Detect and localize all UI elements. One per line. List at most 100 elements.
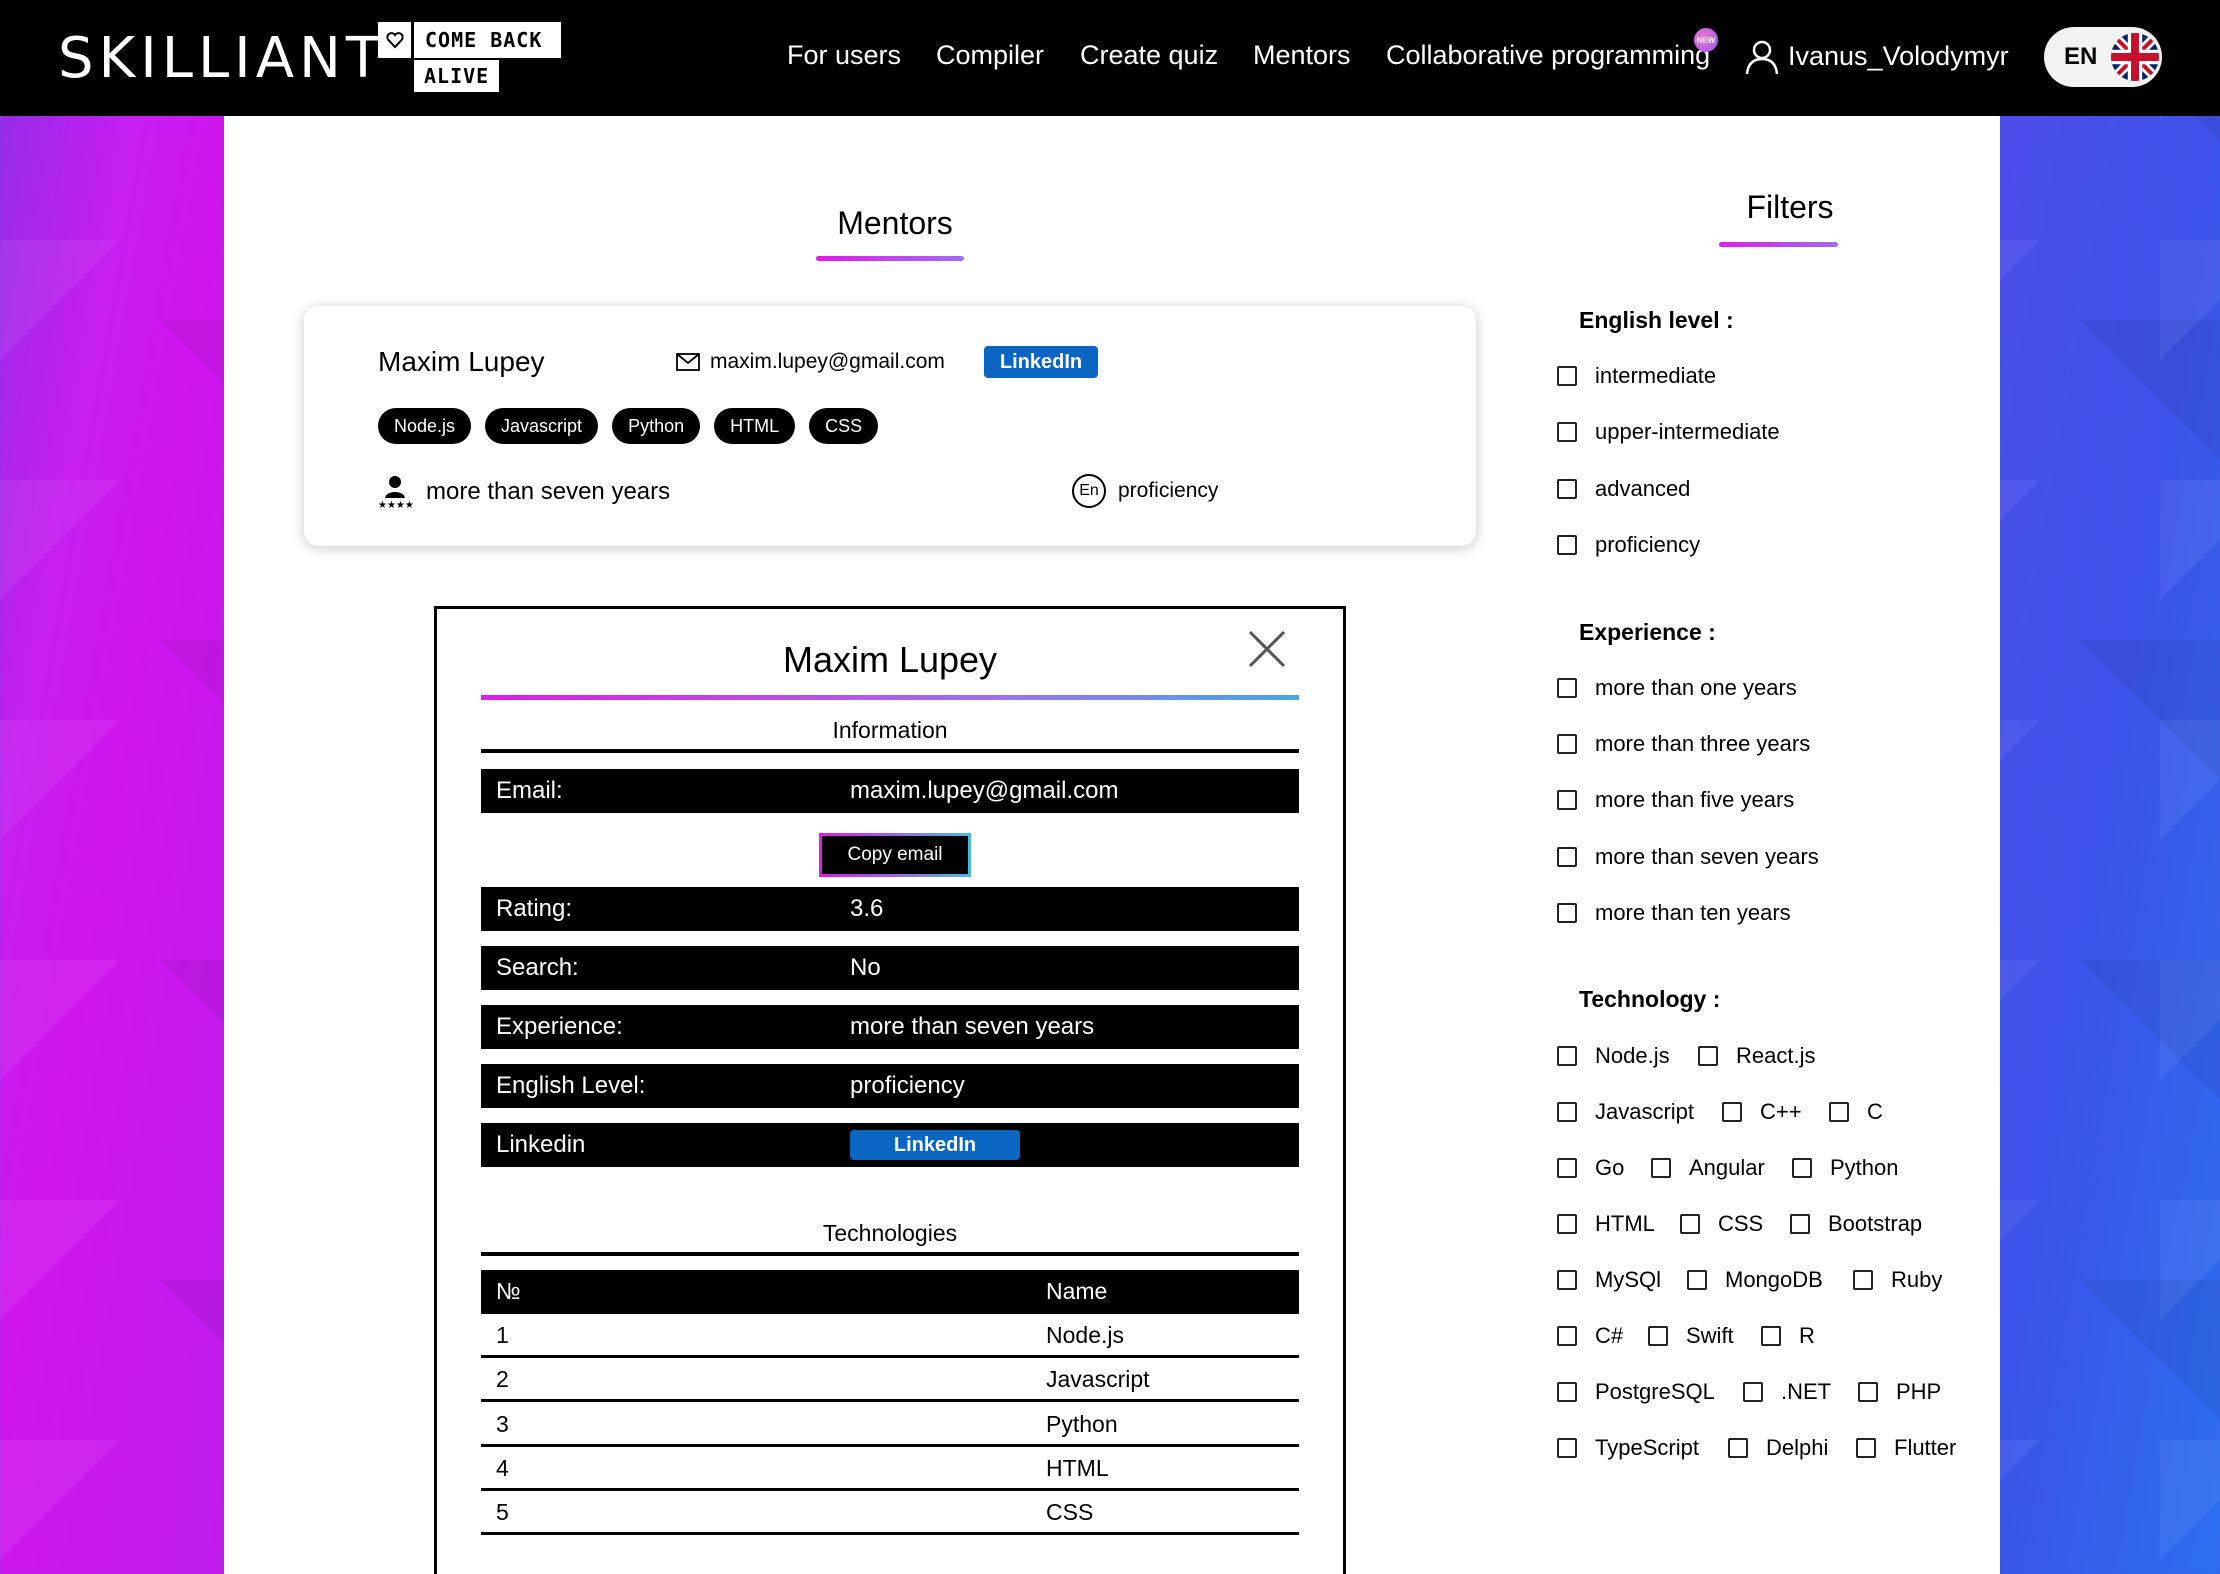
mail-icon <box>676 353 700 371</box>
checkbox[interactable] <box>1743 1382 1763 1402</box>
checkbox[interactable] <box>1557 734 1577 754</box>
filter-tech-reactjs[interactable]: React.js <box>1698 1043 1815 1069</box>
nav-mentors[interactable]: Mentors <box>1253 40 1351 71</box>
tech-tag: HTML <box>714 408 796 444</box>
checkbox[interactable] <box>1648 1326 1668 1346</box>
filter-tech-r[interactable]: R <box>1761 1323 1815 1349</box>
svg-text:★★★★: ★★★★ <box>378 500 414 510</box>
tech-col-num: № <box>496 1278 521 1304</box>
filter-english-upper-intermediate[interactable]: upper-intermediate <box>1557 419 1780 445</box>
checkbox[interactable] <box>1557 535 1577 555</box>
checkbox[interactable] <box>1687 1270 1707 1290</box>
filter-tech-ruby[interactable]: Ruby <box>1853 1267 1942 1293</box>
filter-label: more than three years <box>1595 731 1811 756</box>
search-value: No <box>850 954 881 981</box>
filter-tech-typescript[interactable]: TypeScript <box>1557 1435 1699 1461</box>
mentor-details-modal: Maxim Lupey Information Email: maxim.lup… <box>434 606 1346 1574</box>
filter-tech-dotnet[interactable]: .NET <box>1743 1379 1831 1405</box>
filter-english-advanced[interactable]: advanced <box>1557 476 1690 502</box>
user-menu[interactable]: Ivanus_Volodymyr <box>1742 36 2009 76</box>
checkbox[interactable] <box>1557 422 1577 442</box>
filter-tech-c[interactable]: C <box>1829 1099 1883 1125</box>
cba-top-text: COME BACK <box>425 28 543 52</box>
checkbox[interactable] <box>1557 366 1577 386</box>
checkbox[interactable] <box>1761 1326 1781 1346</box>
search-row: Search: No <box>481 946 1299 990</box>
filter-english-intermediate[interactable]: intermediate <box>1557 363 1716 389</box>
filter-tech-angular[interactable]: Angular <box>1651 1155 1765 1181</box>
checkbox[interactable] <box>1557 1158 1577 1178</box>
checkbox[interactable] <box>1557 1214 1577 1234</box>
checkbox[interactable] <box>1858 1382 1878 1402</box>
filter-tech-mongodb[interactable]: MongoDB <box>1687 1267 1823 1293</box>
filter-tech-postgresql[interactable]: PostgreSQL <box>1557 1379 1715 1405</box>
filter-tech-mysql[interactable]: MySQl <box>1557 1267 1661 1293</box>
filter-label: proficiency <box>1595 532 1701 557</box>
checkbox[interactable] <box>1557 847 1577 867</box>
checkbox[interactable] <box>1557 1270 1577 1290</box>
filter-experience-seven[interactable]: more than seven years <box>1557 844 1819 870</box>
checkbox[interactable] <box>1557 1102 1577 1122</box>
filter-tech-css[interactable]: CSS <box>1680 1211 1763 1237</box>
tech-name: Python <box>1046 1411 1118 1437</box>
nav-collaborative-programming[interactable]: Collaborative programming <box>1386 40 1710 71</box>
table-row: 4 HTML <box>481 1447 1299 1491</box>
filter-tech-go[interactable]: Go <box>1557 1155 1624 1181</box>
filter-tech-javascript[interactable]: Javascript <box>1557 1099 1694 1125</box>
checkbox[interactable] <box>1557 1382 1577 1402</box>
filter-experience-ten[interactable]: more than ten years <box>1557 900 1791 926</box>
modal-title: Maxim Lupey <box>782 639 998 680</box>
nav-compiler[interactable]: Compiler <box>936 40 1044 71</box>
checkbox[interactable] <box>1651 1158 1671 1178</box>
filter-label: Angular <box>1689 1155 1765 1180</box>
checkbox[interactable] <box>1557 903 1577 923</box>
filter-tech-python[interactable]: Python <box>1792 1155 1899 1181</box>
checkbox[interactable] <box>1856 1438 1876 1458</box>
filter-label: Flutter <box>1894 1435 1957 1460</box>
tech-col-name: Name <box>1046 1278 1108 1304</box>
nav-create-quiz[interactable]: Create quiz <box>1080 40 1218 71</box>
top-nav: SKILLIANT COME BACK ALIVE For users Comp… <box>0 0 2220 116</box>
experience-label: Experience: <box>496 1013 623 1040</box>
tech-num: 1 <box>496 1322 509 1348</box>
checkbox[interactable] <box>1557 678 1577 698</box>
filter-tech-html[interactable]: HTML <box>1557 1211 1655 1237</box>
filter-english-proficiency[interactable]: proficiency <box>1557 532 1700 558</box>
copy-email-button[interactable]: Copy email <box>819 833 971 877</box>
filter-tech-swift[interactable]: Swift <box>1648 1323 1734 1349</box>
checkbox[interactable] <box>1557 1438 1577 1458</box>
filter-experience-one[interactable]: more than one years <box>1557 675 1797 701</box>
nav-for-users[interactable]: For users <box>787 40 901 71</box>
filter-tech-cpp[interactable]: C++ <box>1722 1099 1802 1125</box>
checkbox[interactable] <box>1698 1046 1718 1066</box>
filter-label: .NET <box>1781 1379 1832 1404</box>
search-label: Search: <box>496 954 579 981</box>
checkbox[interactable] <box>1728 1438 1748 1458</box>
filter-tech-flutter[interactable]: Flutter <box>1856 1435 1956 1461</box>
filter-tech-bootstrap[interactable]: Bootstrap <box>1790 1211 1922 1237</box>
checkbox[interactable] <box>1557 479 1577 499</box>
checkbox[interactable] <box>1557 790 1577 810</box>
checkbox[interactable] <box>1853 1270 1873 1290</box>
filter-tech-nodejs[interactable]: Node.js <box>1557 1043 1670 1069</box>
checkbox[interactable] <box>1790 1214 1810 1234</box>
linkedin-button[interactable]: LinkedIn <box>984 346 1098 378</box>
tech-tag: Python <box>612 408 701 444</box>
filter-experience-three[interactable]: more than three years <box>1557 731 1810 757</box>
modal-linkedin-button[interactable]: LinkedIn <box>850 1130 1020 1160</box>
checkbox[interactable] <box>1792 1158 1812 1178</box>
filter-tech-php[interactable]: PHP <box>1858 1379 1941 1405</box>
filter-tech-csharp[interactable]: C# <box>1557 1323 1623 1349</box>
checkbox[interactable] <box>1722 1102 1742 1122</box>
site-logo[interactable]: SKILLIANT <box>58 26 385 91</box>
mentor-card[interactable]: Maxim Lupey maxim.lupey@gmail.com Linked… <box>304 306 1476 546</box>
checkbox[interactable] <box>1680 1214 1700 1234</box>
checkbox[interactable] <box>1829 1102 1849 1122</box>
checkbox[interactable] <box>1557 1046 1577 1066</box>
language-switcher[interactable]: EN <box>2044 27 2162 87</box>
close-icon[interactable] <box>1247 629 1287 669</box>
cba-top: COME BACK <box>378 22 561 58</box>
filter-tech-delphi[interactable]: Delphi <box>1728 1435 1828 1461</box>
filter-experience-five[interactable]: more than five years <box>1557 787 1794 813</box>
checkbox[interactable] <box>1557 1326 1577 1346</box>
